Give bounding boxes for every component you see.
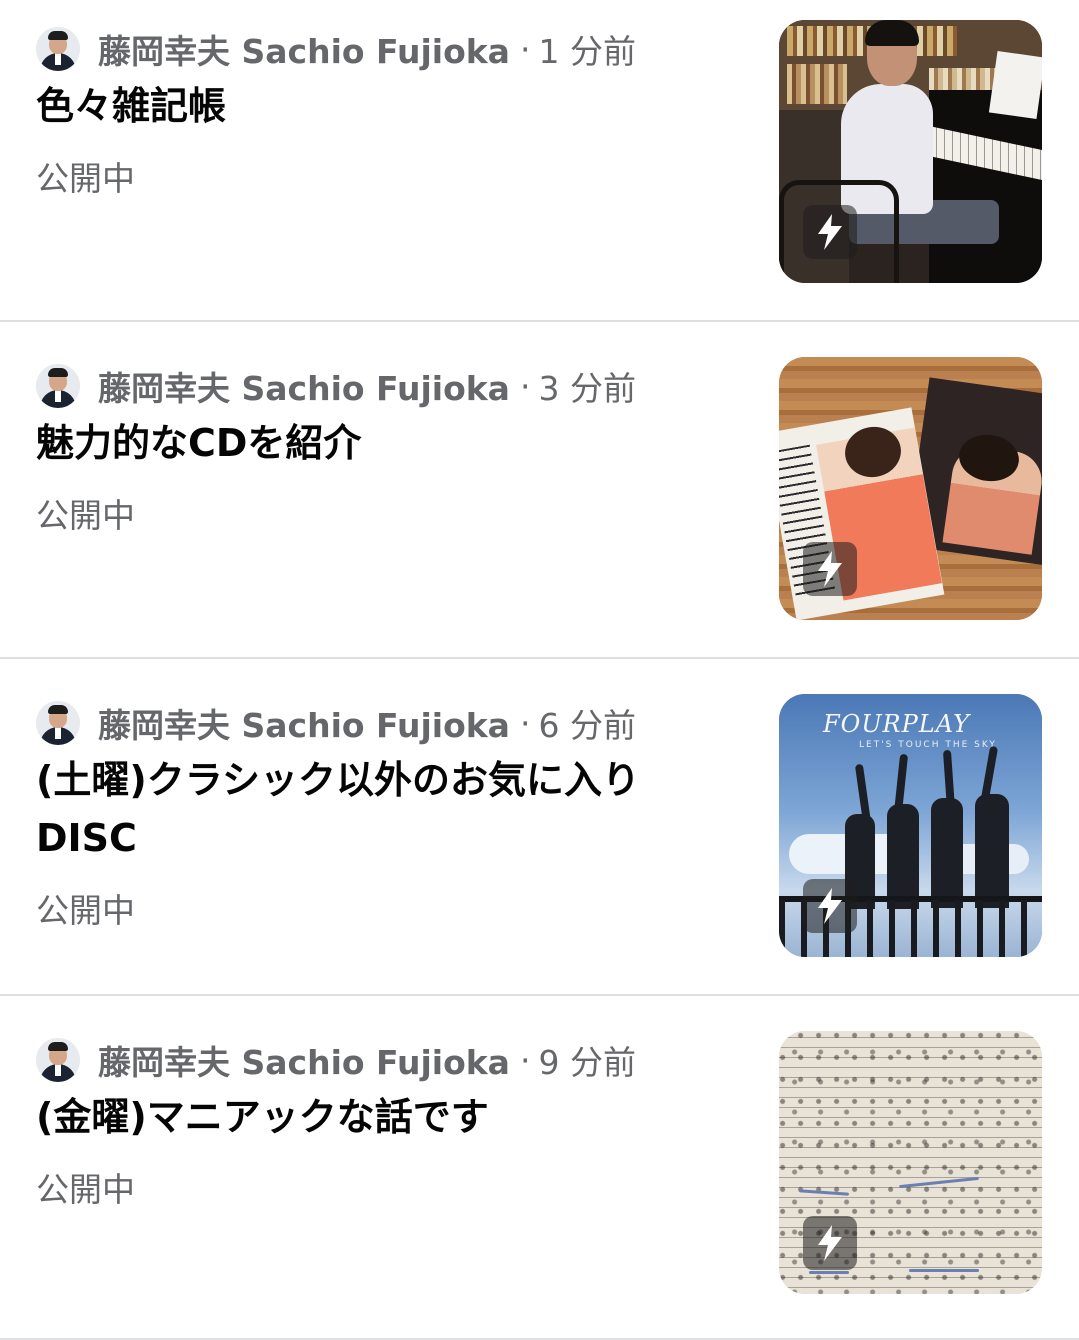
post-status: 公開中 [36, 159, 135, 198]
separator: · [519, 29, 531, 69]
avatar[interactable] [36, 1038, 80, 1082]
post-status: 公開中 [36, 496, 135, 535]
post-feed: 藤岡幸夫 Sachio Fujioka · 1 分前 色々雑記帳 公開中 藤岡幸… [0, 0, 1079, 1340]
author-name[interactable]: 藤岡幸夫 Sachio Fujioka [98, 1036, 510, 1084]
flash-icon [803, 205, 857, 259]
post-status: 公開中 [36, 1170, 135, 1209]
post-item[interactable]: 藤岡幸夫 Sachio Fujioka · 9 分前 (金曜)マニアックな話です… [0, 996, 1079, 1340]
post-title[interactable]: 色々雑記帳 [36, 77, 736, 135]
avatar[interactable] [36, 701, 80, 745]
post-title[interactable]: (金曜)マニアックな話です [36, 1088, 736, 1146]
post-time: 6 分前 [538, 706, 636, 745]
author-row: 藤岡幸夫 Sachio Fujioka · 1 分前 [36, 25, 636, 73]
post-thumbnail[interactable]: FOURPLAY LET'S TOUCH THE SKY [779, 694, 1042, 957]
post-thumbnail[interactable] [779, 20, 1042, 283]
flash-icon [803, 1216, 857, 1270]
post-time: 3 分前 [538, 369, 636, 408]
post-item[interactable]: 藤岡幸夫 Sachio Fujioka · 1 分前 色々雑記帳 公開中 [0, 0, 1079, 322]
post-title[interactable]: (土曜)クラシック以外のお気に入りDISC [36, 751, 736, 867]
author-row: 藤岡幸夫 Sachio Fujioka · 3 分前 [36, 362, 636, 410]
flash-icon [803, 542, 857, 596]
separator: · [519, 703, 531, 743]
post-time: 1 分前 [538, 32, 636, 71]
post-thumbnail[interactable] [779, 357, 1042, 620]
author-row: 藤岡幸夫 Sachio Fujioka · 9 分前 [36, 1036, 636, 1084]
post-title[interactable]: 魅力的なCDを紹介 [36, 414, 736, 472]
post-time: 9 分前 [538, 1043, 636, 1082]
author-name[interactable]: 藤岡幸夫 Sachio Fujioka [98, 362, 510, 410]
album-subtitle: LET'S TOUCH THE SKY [859, 740, 997, 750]
post-item[interactable]: 藤岡幸夫 Sachio Fujioka · 3 分前 魅力的なCDを紹介 公開中 [0, 322, 1079, 659]
flash-icon [803, 879, 857, 933]
separator: · [519, 1040, 531, 1080]
post-item[interactable]: 藤岡幸夫 Sachio Fujioka · 6 分前 (土曜)クラシック以外のお… [0, 659, 1079, 996]
avatar[interactable] [36, 27, 80, 71]
avatar[interactable] [36, 364, 80, 408]
separator: · [519, 366, 531, 406]
post-thumbnail[interactable] [779, 1031, 1042, 1294]
post-status: 公開中 [36, 891, 135, 930]
album-logo: FOURPLAY [823, 710, 970, 738]
author-row: 藤岡幸夫 Sachio Fujioka · 6 分前 [36, 699, 636, 747]
author-name[interactable]: 藤岡幸夫 Sachio Fujioka [98, 25, 510, 73]
author-name[interactable]: 藤岡幸夫 Sachio Fujioka [98, 699, 510, 747]
